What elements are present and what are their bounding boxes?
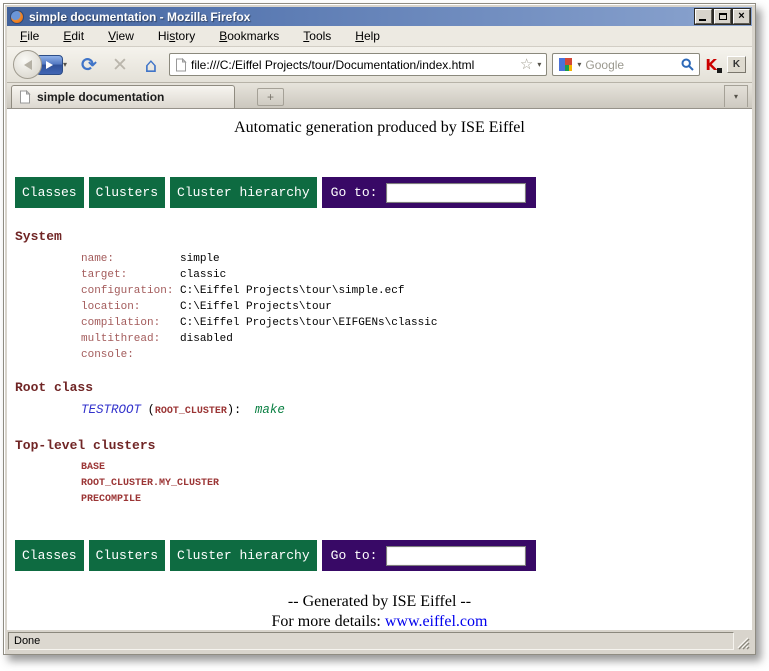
back-arrow-icon <box>24 60 32 70</box>
menu-edit[interactable]: Edit <box>55 26 92 46</box>
clusters-button-bottom[interactable]: Clusters <box>89 540 165 571</box>
system-row-console: console: <box>81 347 752 363</box>
system-row-target: target:classic <box>81 267 752 283</box>
close-icon: × <box>738 11 744 22</box>
resize-grip[interactable] <box>736 634 750 650</box>
maximize-icon <box>719 13 727 20</box>
url-dropdown-button[interactable]: ▾ <box>537 60 541 69</box>
cluster-link-base[interactable]: BASE <box>81 460 752 476</box>
menu-bar: File Edit View History Bookmarks Tools H… <box>7 26 752 47</box>
page-title: Automatic generation produced by ISE Eif… <box>7 119 752 137</box>
magnifier-icon[interactable] <box>681 58 694 71</box>
goto-input[interactable] <box>386 183 526 203</box>
cluster-link-root-cluster-my-cluster[interactable]: ROOT_CLUSTER.MY_CLUSTER <box>81 476 752 492</box>
chevron-down-icon: ▾ <box>734 92 738 101</box>
home-button[interactable]: ⌂ <box>138 53 164 77</box>
back-button[interactable] <box>13 50 42 79</box>
top-level-clusters-section: Top-level clusters BASE ROOT_CLUSTER.MY_… <box>15 438 752 508</box>
details-line: For more details: www.eiffel.com <box>7 613 752 630</box>
address-bar[interactable]: ☆ ▾ <box>169 53 547 76</box>
tab-label: simple documentation <box>37 90 164 104</box>
root-class-link[interactable]: TESTROOT <box>81 403 141 417</box>
page-icon <box>175 58 187 72</box>
classes-button[interactable]: Classes <box>15 177 84 208</box>
clusters-button[interactable]: Clusters <box>89 177 165 208</box>
system-section: System name:simple target:classic config… <box>15 229 752 363</box>
page-content: Automatic generation produced by ISE Eif… <box>7 109 752 630</box>
tab-strip: simple documentation + ▾ <box>7 83 752 109</box>
system-row-location: location:C:\Eiffel Projects\tour <box>81 299 752 315</box>
history-dropdown-button[interactable]: ▾ <box>63 60 67 69</box>
tab-page-icon <box>19 90 31 104</box>
back-forward-control: ▾ <box>13 50 67 79</box>
menu-file[interactable]: File <box>12 26 47 46</box>
google-icon[interactable] <box>558 57 573 72</box>
new-tab-button[interactable]: + <box>257 88 284 106</box>
clusters-heading: Top-level clusters <box>15 438 752 453</box>
url-input[interactable] <box>191 58 516 72</box>
classes-button-bottom[interactable]: Classes <box>15 540 84 571</box>
eiffel-com-link[interactable]: www.eiffel.com <box>385 613 488 630</box>
goto-box: Go to: <box>322 177 537 208</box>
system-row-multithread: multithread:disabled <box>81 331 752 347</box>
doc-nav-top: Classes Clusters Cluster hierarchy Go to… <box>15 177 752 208</box>
forward-arrow-icon <box>46 61 53 69</box>
stop-button[interactable]: ✕ <box>107 54 133 76</box>
menu-history[interactable]: History <box>150 26 203 46</box>
firefox-icon <box>10 10 24 24</box>
search-input[interactable] <box>585 58 677 72</box>
titlebar[interactable]: simple documentation - Mozilla Firefox × <box>7 7 752 26</box>
kaspersky-icon[interactable]: K <box>705 56 722 74</box>
goto-label-bottom: Go to: <box>331 548 378 563</box>
status-text: Done <box>8 632 734 650</box>
cluster-hierarchy-button-bottom[interactable]: Cluster hierarchy <box>170 540 317 571</box>
goto-label: Go to: <box>331 185 378 200</box>
root-class-section: Root class TESTROOT (ROOT_CLUSTER): make <box>15 380 752 420</box>
cluster-link-precompile[interactable]: PRECOMPILE <box>81 492 752 508</box>
menu-bookmarks[interactable]: Bookmarks <box>211 26 287 46</box>
minimize-icon <box>699 19 706 21</box>
list-all-tabs-button[interactable]: ▾ <box>724 85 748 107</box>
root-cluster-link[interactable]: ROOT_CLUSTER <box>155 406 227 417</box>
root-class-heading: Root class <box>15 380 752 395</box>
system-row-name: name:simple <box>81 251 752 267</box>
tab-simple-documentation[interactable]: simple documentation <box>11 85 235 108</box>
goto-input-bottom[interactable] <box>386 546 526 566</box>
k-addon-button[interactable]: K <box>727 56 746 73</box>
search-engine-dropdown[interactable]: ▾ <box>577 60 581 69</box>
bookmark-star-icon[interactable]: ☆ <box>520 57 533 72</box>
root-class-line: TESTROOT (ROOT_CLUSTER): make <box>81 402 752 420</box>
search-bar[interactable]: ▾ <box>552 53 700 76</box>
system-heading: System <box>15 229 752 244</box>
maximize-button[interactable] <box>714 9 731 24</box>
menu-view[interactable]: View <box>100 26 142 46</box>
reload-button[interactable]: ⟳ <box>76 54 102 76</box>
details-prefix: For more details: <box>272 613 381 630</box>
window-title: simple documentation - Mozilla Firefox <box>29 10 695 24</box>
cluster-hierarchy-button[interactable]: Cluster hierarchy <box>170 177 317 208</box>
browser-window: simple documentation - Mozilla Firefox ×… <box>3 3 756 655</box>
doc-nav-bottom: Classes Clusters Cluster hierarchy Go to… <box>15 540 752 571</box>
goto-box-bottom: Go to: <box>322 540 537 571</box>
status-bar: Done <box>7 630 752 652</box>
system-row-compilation: compilation:C:\Eiffel Projects\tour\EIFG… <box>81 315 752 331</box>
creation-feature-link[interactable]: make <box>255 403 285 417</box>
close-button[interactable]: × <box>733 9 750 24</box>
menu-tools[interactable]: Tools <box>295 26 339 46</box>
minimize-button[interactable] <box>695 9 712 24</box>
menu-help[interactable]: Help <box>347 26 388 46</box>
navigation-toolbar: ▾ ⟳ ✕ ⌂ ☆ ▾ ▾ K K <box>7 47 752 83</box>
generated-by-text: -- Generated by ISE Eiffel -- <box>7 593 752 611</box>
system-row-configuration: configuration:C:\Eiffel Projects\tour\si… <box>81 283 752 299</box>
